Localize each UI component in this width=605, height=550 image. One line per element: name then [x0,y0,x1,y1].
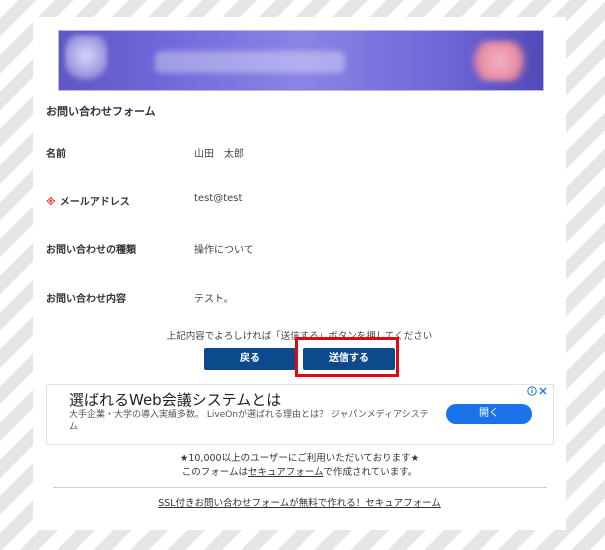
field-value: test@test [194,193,243,204]
form-title: お問い合わせフォーム [46,105,156,118]
field-row-email: ※ メールアドレス test@test [46,193,546,209]
usage-info: ★10,000以上のユーザーにご利用いただいております★ このフォームはセキュア… [33,452,566,480]
usage-line-2-prefix: このフォームは [181,467,248,478]
usage-line-2: このフォームはセキュアフォームで作成されています。 [33,466,566,480]
ad-banner[interactable]: 選ばれるWeb会議システムとは 大手企業・大学の導入実績多数。 LiveOnが選… [46,384,554,445]
field-label: お問い合わせ内容 [46,294,126,305]
banner-image[interactable] [58,30,544,91]
field-value: テスト。 [194,294,234,305]
required-mark: ※ [46,197,56,208]
field-row-inquiry-type: お問い合わせの種類 操作について [46,241,546,257]
divider [53,487,547,488]
field-label-wrapper: ※ メールアドレス [46,193,130,208]
send-button-highlight [295,337,399,377]
ad-description: 大手企業・大学の導入実績多数。 LiveOnが選ばれる理由とは？ ジャパンメディ… [69,410,429,432]
field-label: 名前 [46,149,66,160]
banner-badge-image [467,41,531,81]
field-label: メールアドレス [59,197,130,208]
field-value: 山田 太郎 [194,149,244,160]
usage-line-2-suffix: で作成されています。 [323,467,418,478]
ad-title[interactable]: 選ばれるWeb会議システムとは [69,389,281,410]
field-row-inquiry-content: お問い合わせ内容 テスト。 [46,290,546,306]
field-label: お問い合わせの種類 [46,245,136,256]
field-value: 操作について [194,245,254,256]
banner-text-image [155,51,345,73]
banner-character-image [65,35,107,87]
form-panel: お問い合わせフォーム 名前 山田 太郎 ※ メールアドレス test@test お… [33,17,566,530]
ad-open-button[interactable]: 開く [446,404,532,424]
info-icon[interactable] [527,386,549,399]
secure-form-link[interactable]: セキュアフォーム [248,467,324,478]
usage-line-1: ★10,000以上のユーザーにご利用いただいております★ [179,453,420,464]
field-row-name: 名前 山田 太郎 [46,145,546,161]
footer-link[interactable]: SSL付きお問い合わせフォームが無料で作れる！セキュアフォーム [33,495,566,509]
back-button[interactable]: 戻る [204,348,296,370]
